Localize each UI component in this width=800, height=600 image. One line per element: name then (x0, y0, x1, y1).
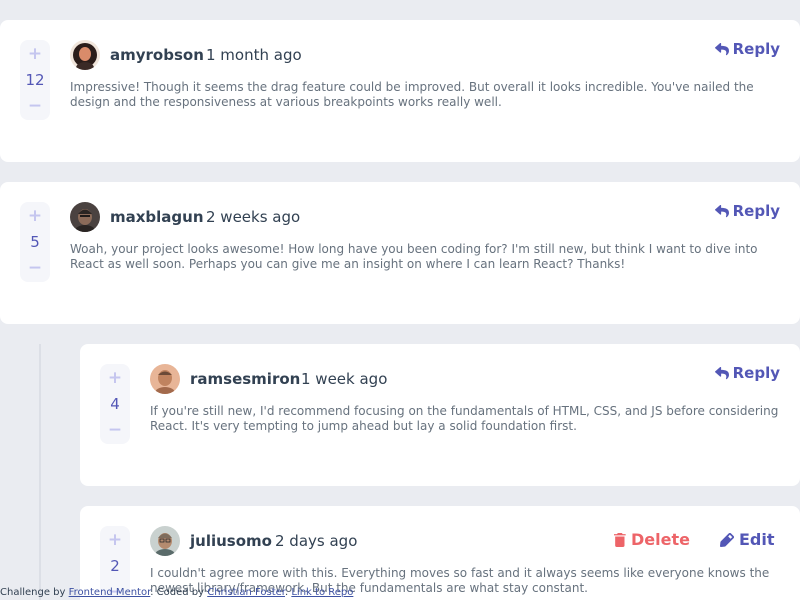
repo-link[interactable]: Link to Repo (291, 587, 353, 598)
avatar-image-icon (150, 526, 180, 556)
score-value: 4 (110, 395, 120, 413)
reply-arrow-icon (714, 366, 729, 379)
thread-line (39, 344, 41, 600)
username[interactable]: amyrobson (110, 46, 204, 64)
comment-text: Woah, your project looks awesome! How lo… (70, 242, 758, 271)
edit-label: Edit (739, 530, 775, 549)
trash-icon (614, 532, 626, 547)
vote-widget: + 12 − (20, 40, 50, 120)
username[interactable]: maxblagun (110, 208, 204, 226)
reply-label: Reply (732, 202, 780, 220)
timestamp: 2 weeks ago (206, 208, 301, 226)
avatar (70, 202, 100, 232)
downvote-button[interactable]: − (100, 420, 130, 440)
reply-card-own: + 2 − juliusomo 2 days ago Delete Edit I… (80, 506, 800, 600)
reply-label: Reply (732, 364, 780, 382)
comment-card: + 5 − maxblagun 2 weeks ago Reply Woah, … (0, 182, 800, 324)
reply-button[interactable]: Reply (714, 40, 780, 58)
reply-card: + 4 − ramsesmiron 1 week ago Reply If yo… (80, 344, 800, 486)
avatar (70, 40, 100, 70)
timestamp: 2 days ago (275, 532, 358, 550)
comments-page: + 12 − amyrobson 1 month ago Reply Impre… (0, 0, 800, 600)
delete-button[interactable]: Delete (614, 530, 690, 549)
vote-widget: + 5 − (20, 202, 50, 282)
footer-prefix: Challenge by (0, 587, 69, 598)
avatar-image-icon (150, 364, 180, 394)
vote-widget: + 4 − (100, 364, 130, 444)
comment-card: + 12 − amyrobson 1 month ago Reply Impre… (0, 20, 800, 162)
author-link[interactable]: Christian Foster (207, 587, 285, 598)
downvote-button[interactable]: − (20, 96, 50, 116)
reply-button[interactable]: Reply (714, 364, 780, 382)
avatar (150, 526, 180, 556)
pencil-icon (720, 532, 734, 547)
username[interactable]: ramsesmiron (190, 370, 300, 388)
attribution-footer: Challenge by Frontend Mentor. Coded by C… (0, 587, 353, 598)
delete-label: Delete (631, 530, 690, 549)
avatar (150, 364, 180, 394)
reply-arrow-icon (714, 204, 729, 217)
reply-label: Reply (732, 40, 780, 58)
frontend-mentor-link[interactable]: Frontend Mentor (69, 587, 151, 598)
downvote-button[interactable]: − (20, 258, 50, 278)
timestamp: 1 week ago (301, 370, 388, 388)
score-value: 12 (25, 71, 45, 89)
score-value: 2 (110, 557, 120, 575)
edit-button[interactable]: Edit (720, 530, 775, 549)
reply-arrow-icon (714, 42, 729, 55)
score-value: 5 (30, 233, 40, 251)
upvote-button[interactable]: + (20, 44, 50, 64)
avatar-image-icon (70, 40, 100, 70)
footer-middle: . Coded by (150, 587, 208, 598)
avatar-image-icon (70, 202, 100, 232)
upvote-button[interactable]: + (100, 530, 130, 550)
upvote-button[interactable]: + (20, 206, 50, 226)
comment-text: If you're still new, I'd recommend focus… (150, 404, 779, 433)
upvote-button[interactable]: + (100, 368, 130, 388)
timestamp: 1 month ago (206, 46, 302, 64)
username[interactable]: juliusomo (190, 532, 272, 550)
comment-text: Impressive! Though it seems the drag fea… (70, 80, 754, 109)
reply-button[interactable]: Reply (714, 202, 780, 220)
